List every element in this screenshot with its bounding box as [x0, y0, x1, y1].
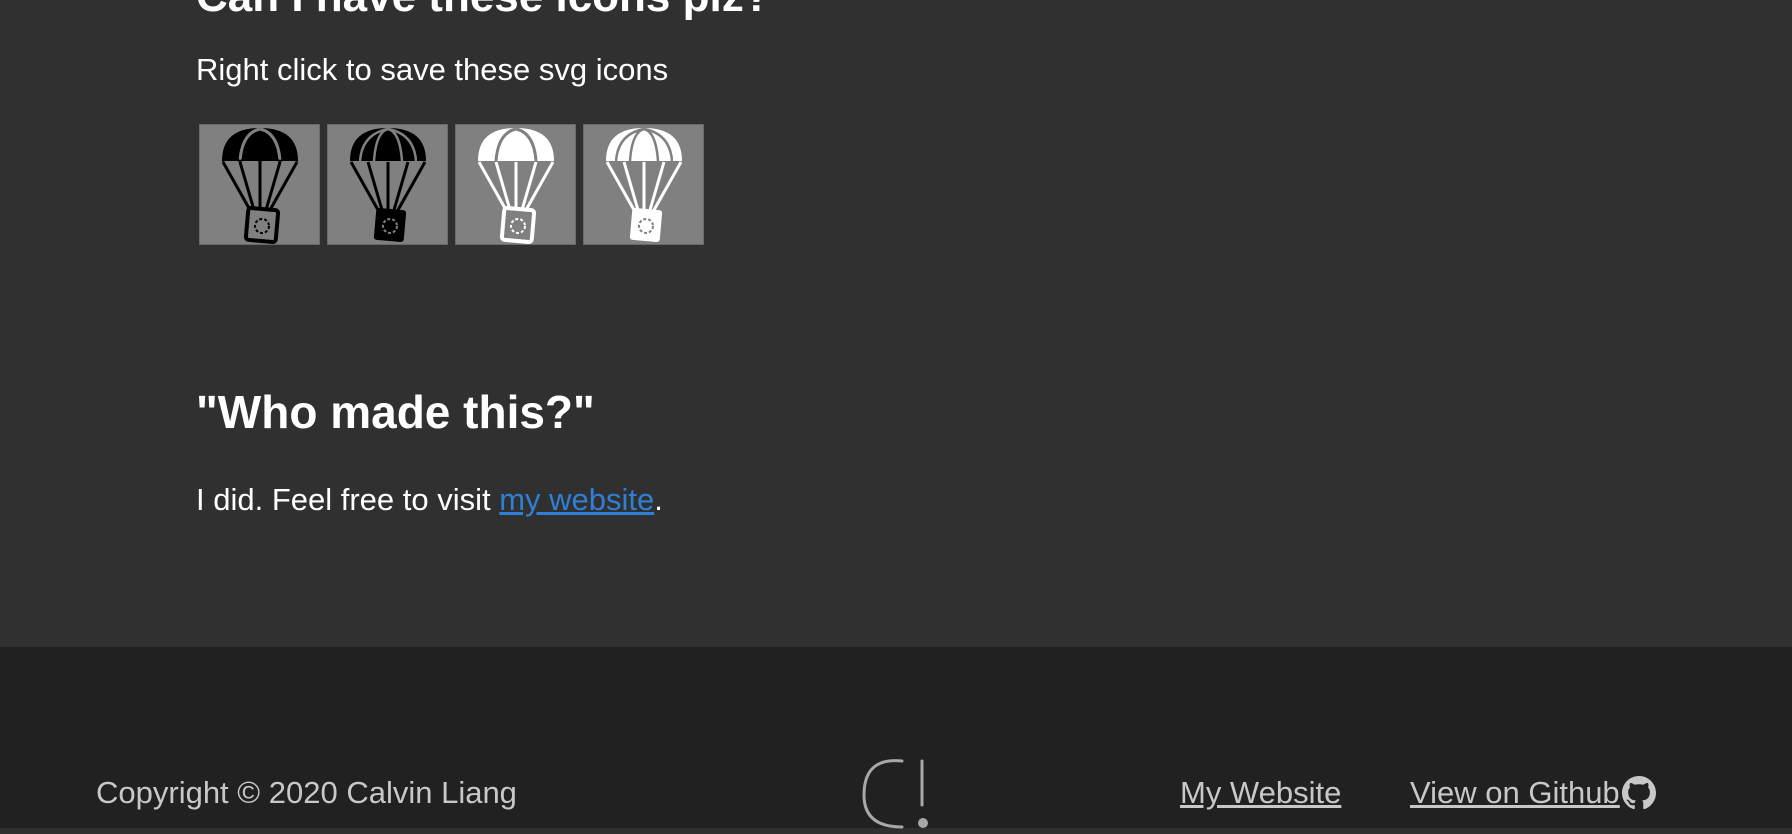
visit-suffix: . — [654, 482, 663, 517]
icon-tile-white-filled[interactable] — [583, 124, 704, 245]
icon-tile-black-filled[interactable] — [327, 124, 448, 245]
footer-my-website-link[interactable]: My Website — [1180, 775, 1341, 811]
visit-prefix: I did. Feel free to visit — [196, 482, 500, 517]
icon-tile-black-outline[interactable] — [199, 124, 320, 245]
parachute-white-outline-icon[interactable] — [466, 125, 566, 245]
icon-tile-white-outline[interactable] — [455, 124, 576, 245]
calvin-logo-icon[interactable] — [858, 757, 934, 834]
parachute-black-filled-icon[interactable] — [338, 125, 438, 245]
footer: Copyright © 2020 Calvin Liang My Website… — [0, 647, 1792, 829]
section-heading: Can I have these icons plz? — [196, 0, 771, 22]
github-icon — [1621, 776, 1656, 810]
parachute-black-outline-icon[interactable] — [210, 125, 310, 245]
copyright-text: Copyright © 2020 Calvin Liang — [96, 775, 517, 810]
who-made-this-heading: "Who made this?" — [196, 386, 595, 438]
parachute-white-filled-icon[interactable] — [594, 125, 694, 245]
github-link-label: View on Github — [1410, 775, 1620, 810]
icon-gallery — [199, 124, 704, 245]
footer-github-link[interactable]: View on Github — [1410, 775, 1656, 811]
save-instructions: Right click to save these svg icons — [196, 52, 669, 87]
main-section: Can I have these icons plz? Right click … — [0, 0, 1792, 647]
visit-paragraph: I did. Feel free to visit my website. — [196, 482, 663, 518]
my-website-inline-link[interactable]: my website — [499, 482, 654, 517]
